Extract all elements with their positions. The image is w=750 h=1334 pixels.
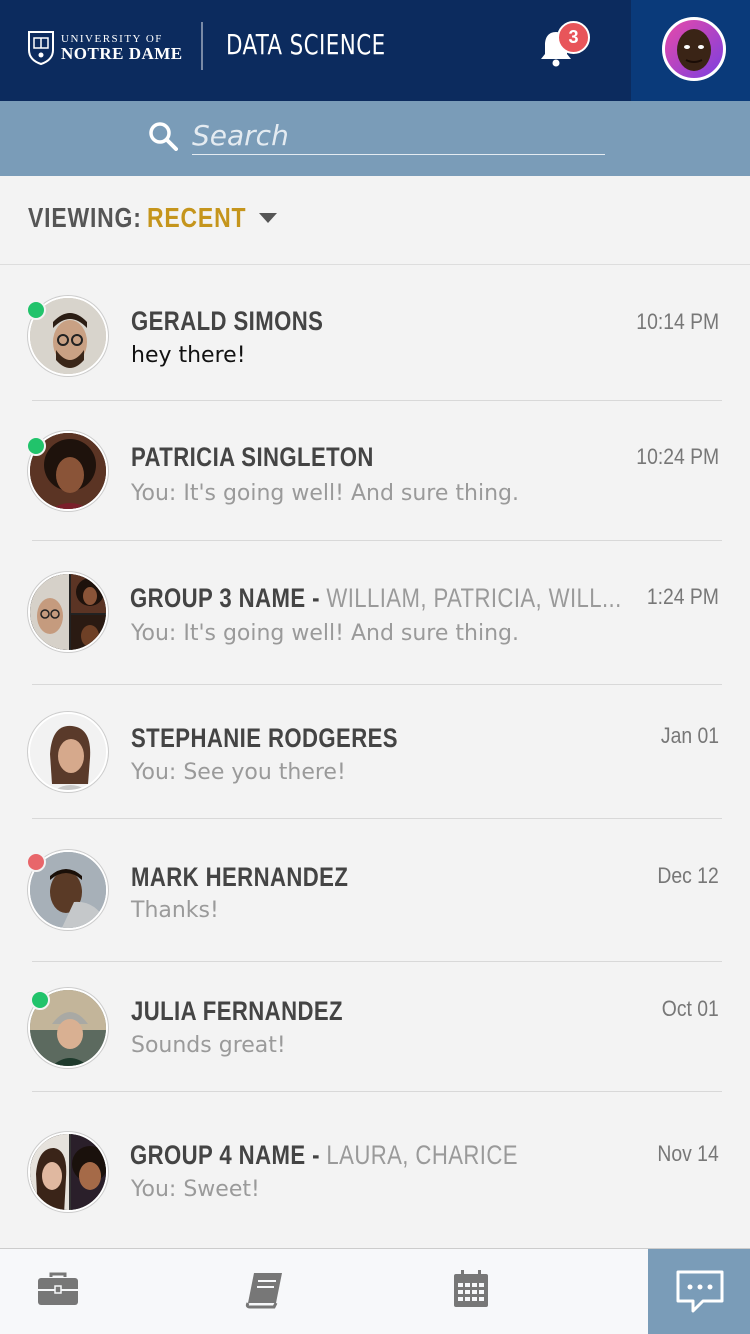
shield-icon <box>28 31 54 66</box>
last-message: hey there! <box>131 343 246 368</box>
last-message: You: It's going well! And sure thing. <box>131 621 519 646</box>
avatar-face-icon <box>30 714 106 790</box>
conversation-row[interactable]: GERALD SIMONS hey there! 10:14 PM <box>0 265 750 401</box>
nav-chat[interactable] <box>648 1249 750 1334</box>
book-icon <box>245 1273 282 1309</box>
contact-name: STEPHANIE RODGERES <box>131 723 398 753</box>
group-members: WILLIAM, PATRICIA, WILL... <box>326 583 622 613</box>
last-message: Sounds great! <box>131 1033 286 1058</box>
university-logo[interactable]: UNIVERSITY OF NOTRE DAME <box>27 30 183 66</box>
online-status-dot <box>26 436 46 456</box>
conversation-row[interactable]: MARK HERNANDEZ Thanks! Dec 12 <box>0 819 750 962</box>
header-divider <box>201 22 203 70</box>
notification-badge: 3 <box>557 21 590 54</box>
group-name: GROUP 4 NAME - <box>130 1140 320 1170</box>
app-title: DATA SCIENCE <box>226 28 386 61</box>
group-name: GROUP 3 NAME - <box>130 583 320 613</box>
conversation-row[interactable]: JULIA FERNANDEZ Sounds great! Oct 01 <box>0 962 750 1092</box>
calendar-icon <box>454 1270 488 1307</box>
last-message: You: It's going well! And sure thing. <box>131 481 519 506</box>
online-status-dot <box>26 300 46 320</box>
chat-icon <box>676 1270 724 1313</box>
group-avatar <box>28 572 108 652</box>
group-avatar <box>28 1132 108 1212</box>
search-icon <box>149 122 178 151</box>
user-avatar[interactable] <box>662 17 726 81</box>
logo-line-2: NOTRE DAME <box>61 44 183 63</box>
last-message: Thanks! <box>131 898 219 923</box>
message-time: 10:24 PM <box>636 444 719 469</box>
search-input[interactable] <box>192 116 605 155</box>
bottom-nav <box>0 1248 750 1334</box>
contact-name: GERALD SIMONS <box>131 306 324 336</box>
conversation-row[interactable]: PATRICIA SINGLETON You: It's going well!… <box>0 401 750 541</box>
message-time: Jan 01 <box>660 723 719 748</box>
nav-book[interactable] <box>220 1249 310 1334</box>
contact-avatar <box>28 712 108 792</box>
nav-calendar[interactable] <box>430 1249 520 1334</box>
busy-status-dot <box>26 852 46 872</box>
conversation-row[interactable]: STEPHANIE RODGERES You: See you there! J… <box>0 685 750 819</box>
group-members: LAURA, CHARICE <box>326 1140 518 1170</box>
viewing-label: VIEWING: <box>28 202 142 233</box>
contact-name: JULIA FERNANDEZ <box>131 996 343 1026</box>
briefcase-icon <box>38 1272 78 1305</box>
last-message: You: Sweet! <box>131 1177 260 1202</box>
group-avatar-icon <box>30 1134 106 1210</box>
chevron-down-icon[interactable] <box>259 213 277 223</box>
viewing-value[interactable]: RECENT <box>147 202 246 234</box>
avatar-face-icon <box>677 29 711 71</box>
conversation-row[interactable]: GROUP 3 NAME - WILLIAM, PATRICIA, WILL..… <box>0 541 750 685</box>
conversation-row[interactable]: GROUP 4 NAME - LAURA, CHARICE You: Sweet… <box>0 1092 750 1248</box>
message-time: Dec 12 <box>657 863 719 888</box>
app-header: UNIVERSITY OF NOTRE DAME DATA SCIENCE 3 <box>0 0 750 101</box>
message-time: 10:14 PM <box>636 309 719 334</box>
message-time: 1:24 PM <box>646 584 719 609</box>
viewing-filter[interactable]: VIEWING: RECENT <box>0 176 750 265</box>
contact-name: PATRICIA SINGLETON <box>131 442 374 472</box>
nav-briefcase[interactable] <box>0 1249 116 1334</box>
contact-name: MARK HERNANDEZ <box>131 862 349 892</box>
message-time: Nov 14 <box>657 1141 719 1166</box>
group-avatar-icon <box>30 574 106 650</box>
online-status-dot <box>30 990 50 1010</box>
message-time: Oct 01 <box>661 996 719 1021</box>
last-message: You: See you there! <box>131 760 346 785</box>
